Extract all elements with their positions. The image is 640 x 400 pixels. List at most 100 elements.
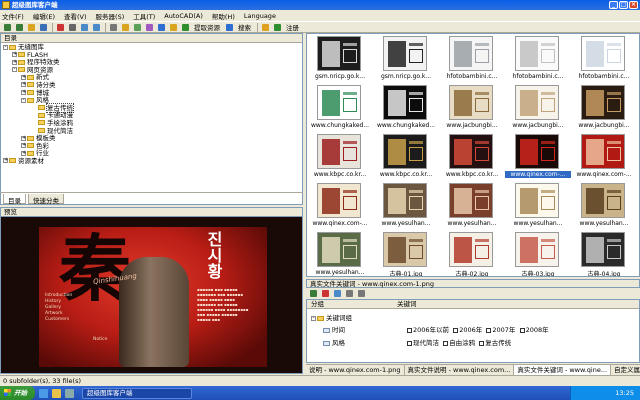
remove-keyword-icon[interactable] — [322, 290, 329, 297]
checkbox[interactable] — [443, 340, 449, 346]
tree-item[interactable]: + 行业 — [3, 150, 300, 158]
thumbnail-image[interactable] — [383, 232, 427, 267]
minimize-button[interactable]: _ — [609, 1, 618, 9]
tree-item[interactable]: + 资源素材 — [3, 157, 300, 166]
expand-toggle[interactable]: + — [21, 90, 26, 96]
start-button[interactable]: 开始 — [0, 386, 35, 400]
thumbnail-item[interactable]: gsm.nricp.go.k... — [307, 34, 373, 82]
forward-icon[interactable] — [16, 23, 23, 31]
add-keyword-icon[interactable] — [310, 290, 317, 297]
thumbnail-item[interactable]: www.jacbungbi... — [505, 83, 571, 131]
thumbnail-image[interactable] — [317, 85, 361, 120]
menu-help[interactable]: 帮助(H) — [212, 11, 235, 21]
register-icon[interactable] — [274, 23, 281, 31]
tab-custom-properties[interactable]: 自定义属性 — [611, 365, 640, 375]
checkbox[interactable] — [519, 327, 525, 333]
thumbnail-image[interactable] — [515, 134, 559, 169]
thumbnail-item[interactable]: www.jacbungbi... — [439, 83, 505, 131]
thumbnail-image[interactable] — [449, 36, 493, 71]
help-icon[interactable] — [262, 23, 269, 31]
explorer-icon[interactable] — [52, 388, 61, 398]
thumbnail-item[interactable]: www.yesulhan... — [307, 230, 373, 276]
expand-toggle[interactable]: + — [12, 59, 17, 65]
checkbox[interactable] — [453, 327, 459, 333]
taskbar-app-button[interactable]: 超级图库客户端 — [82, 387, 192, 399]
expand-toggle[interactable]: + — [21, 74, 26, 80]
thumbnail-item[interactable]: hfotobambini.c... — [505, 34, 571, 82]
menu-view[interactable]: 查看(V) — [64, 11, 87, 21]
menu-edit[interactable]: 编辑(E) — [33, 11, 55, 21]
close-button[interactable]: × — [629, 1, 638, 9]
cut-icon[interactable] — [110, 23, 117, 31]
thumbnail-item[interactable]: hfotobambini.c... — [571, 34, 637, 82]
maximize-button[interactable]: □ — [619, 1, 628, 9]
thumbnail-item[interactable]: www.kbpc.co.kr... — [307, 132, 373, 180]
thumbnail-item[interactable]: 古典-04.jpg — [571, 230, 637, 276]
thumbnail-image[interactable] — [515, 183, 559, 218]
thumbnail-image[interactable] — [383, 134, 427, 169]
thumbnail-image[interactable] — [383, 183, 427, 218]
collapse-toggle[interactable]: - — [311, 315, 316, 321]
collapse-toggle[interactable]: - — [3, 44, 8, 50]
copy-icon[interactable] — [81, 23, 88, 31]
menu-autocad[interactable]: AutoCAD(A) — [164, 12, 203, 20]
extract-resource-button[interactable]: 提取资源 — [194, 22, 220, 32]
thumbnail-item[interactable]: www.kbpc.co.kr... — [439, 132, 505, 180]
thumbnail-image[interactable] — [515, 232, 559, 267]
thumbnail-image[interactable] — [383, 36, 427, 71]
thumbnail-image[interactable] — [581, 183, 625, 218]
thumbnail-item[interactable]: www.jacbungbi... — [571, 83, 637, 131]
expand-toggle[interactable]: + — [21, 82, 26, 88]
menu-tools[interactable]: 工具(T) — [133, 11, 155, 21]
thumbnail-item[interactable]: www.yesulhan... — [439, 181, 505, 229]
thumbnail-image[interactable] — [515, 36, 559, 71]
menu-file[interactable]: 文件(F) — [2, 11, 24, 21]
tab-directory[interactable]: 目录 — [3, 194, 26, 205]
rename-icon[interactable] — [69, 23, 76, 31]
new-folder-icon[interactable] — [122, 23, 129, 31]
thumbnail-image[interactable] — [449, 85, 493, 120]
thumbnail-item[interactable]: 古典-03.jpg — [505, 230, 571, 276]
back-icon[interactable] — [4, 23, 11, 31]
menu-language[interactable]: Language — [244, 12, 276, 20]
thumbnail-item[interactable]: www.chungkaked... — [307, 83, 373, 131]
thumbnail-item[interactable]: 古典-01.jpg — [373, 230, 439, 276]
paste-icon[interactable] — [93, 23, 100, 31]
thumbnail-image[interactable] — [449, 134, 493, 169]
thumbnail-image[interactable] — [581, 36, 625, 71]
thumbnail-item[interactable]: www.yesulhan... — [571, 181, 637, 229]
tab-quick-category[interactable]: 快速分类 — [28, 194, 64, 205]
expand-toggle[interactable]: + — [3, 158, 8, 164]
refresh-icon[interactable] — [40, 23, 47, 31]
desktop-icon[interactable] — [65, 388, 74, 398]
register-button[interactable]: 注册 — [286, 22, 299, 32]
expand-toggle[interactable]: + — [21, 143, 26, 149]
thumbnail-image[interactable] — [317, 134, 361, 169]
thumbnail-item[interactable]: www.yesulhan... — [505, 181, 571, 229]
view-mode-icon[interactable] — [146, 23, 153, 31]
extract-icon[interactable] — [182, 23, 189, 31]
checkbox[interactable] — [486, 327, 492, 333]
thumbnail-item[interactable]: www.yesulhan... — [373, 181, 439, 229]
thumbnail-image[interactable] — [317, 232, 361, 267]
thumbnail-item[interactable]: www.qinex.com-... — [307, 181, 373, 229]
thumbnail-item[interactable]: www.qinex.com-... — [505, 132, 571, 180]
thumbnail-image[interactable] — [317, 36, 361, 71]
thumbnail-image[interactable] — [581, 134, 625, 169]
tab-file-keywords[interactable]: 真实文件关键词 - www.qine... — [514, 365, 612, 375]
thumbnail-image[interactable] — [383, 85, 427, 120]
expand-toggle[interactable]: + — [21, 135, 26, 141]
expand-toggle[interactable]: + — [21, 150, 26, 156]
checkbox[interactable] — [407, 327, 412, 333]
delete-icon[interactable] — [57, 23, 64, 31]
menu-server[interactable]: 服务器(S) — [96, 11, 125, 21]
thumbnail-item[interactable]: www.qinex.com-... — [571, 132, 637, 180]
thumbnail-item[interactable]: www.kbpc.co.kr... — [373, 132, 439, 180]
thumbnail-image[interactable] — [581, 85, 625, 120]
list-view-icon[interactable] — [346, 290, 353, 297]
search-button[interactable]: 搜索 — [238, 22, 251, 32]
ie-icon[interactable] — [39, 388, 48, 398]
folder-icon[interactable] — [170, 23, 177, 31]
thumbnail-item[interactable]: hfotobambini.c... — [439, 34, 505, 82]
checkbox[interactable] — [479, 340, 485, 346]
